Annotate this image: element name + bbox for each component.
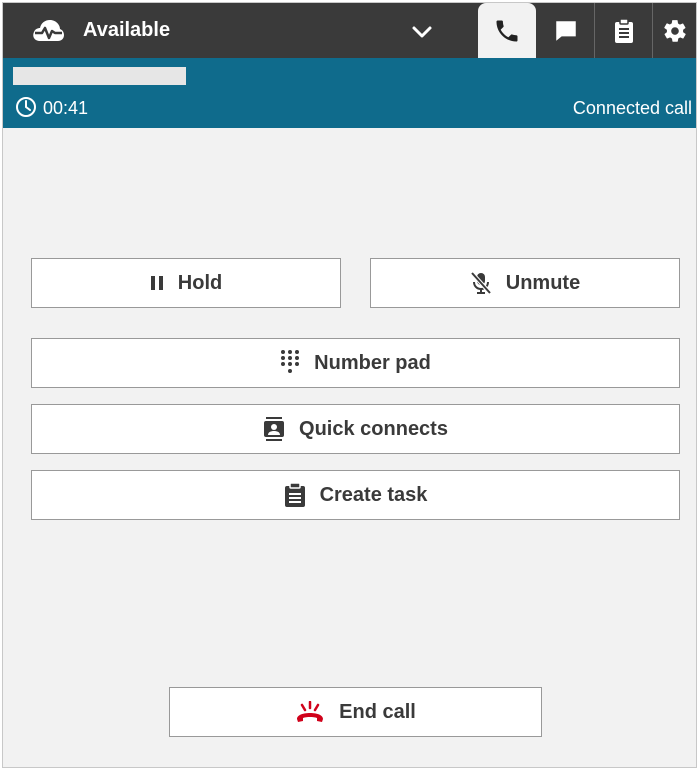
caller-redacted — [13, 67, 186, 85]
phone-icon — [496, 20, 518, 41]
create-task-label: Create task — [319, 483, 428, 506]
cloud-heartbeat-icon — [33, 20, 64, 41]
tab-tasks[interactable] — [596, 3, 653, 58]
ccp-panel: Available 00:41 Connected call Hold Unmu… — [2, 2, 697, 768]
keypad-icon — [281, 350, 300, 373]
contact-card-icon — [264, 417, 285, 441]
gear-icon — [664, 19, 686, 42]
chat-icon — [556, 20, 576, 41]
clipboard-icon — [284, 482, 305, 507]
hold-button[interactable]: Hold — [31, 258, 341, 308]
call-timer: 00:41 — [43, 98, 89, 118]
tab-settings[interactable] — [654, 3, 696, 58]
number-pad-label: Number pad — [314, 351, 431, 374]
end-call-button[interactable]: End call — [169, 687, 542, 737]
microphone-muted-icon — [470, 271, 492, 295]
call-status-bar: 00:41 Connected call — [3, 58, 696, 128]
unmute-button[interactable]: Unmute — [370, 258, 680, 308]
call-state-label: Connected call — [572, 98, 692, 118]
tab-chat[interactable] — [538, 3, 595, 58]
unmute-label: Unmute — [505, 271, 581, 294]
status-label: Available — [83, 19, 171, 41]
clock-icon — [16, 97, 36, 117]
hang-up-icon — [297, 701, 324, 722]
chevron-down-icon[interactable] — [411, 21, 433, 43]
hold-label: Hold — [177, 271, 223, 294]
quick-connects-button[interactable]: Quick connects — [31, 404, 680, 454]
number-pad-button[interactable]: Number pad — [31, 338, 680, 388]
end-call-label: End call — [339, 700, 416, 723]
status-dropdown[interactable]: Available — [3, 3, 448, 58]
clipboard-icon — [615, 17, 633, 43]
top-bar: Available — [3, 3, 696, 58]
quick-connects-label: Quick connects — [299, 417, 448, 440]
pause-icon — [150, 276, 163, 290]
tab-phone[interactable] — [478, 3, 536, 58]
create-task-button[interactable]: Create task — [31, 470, 680, 520]
